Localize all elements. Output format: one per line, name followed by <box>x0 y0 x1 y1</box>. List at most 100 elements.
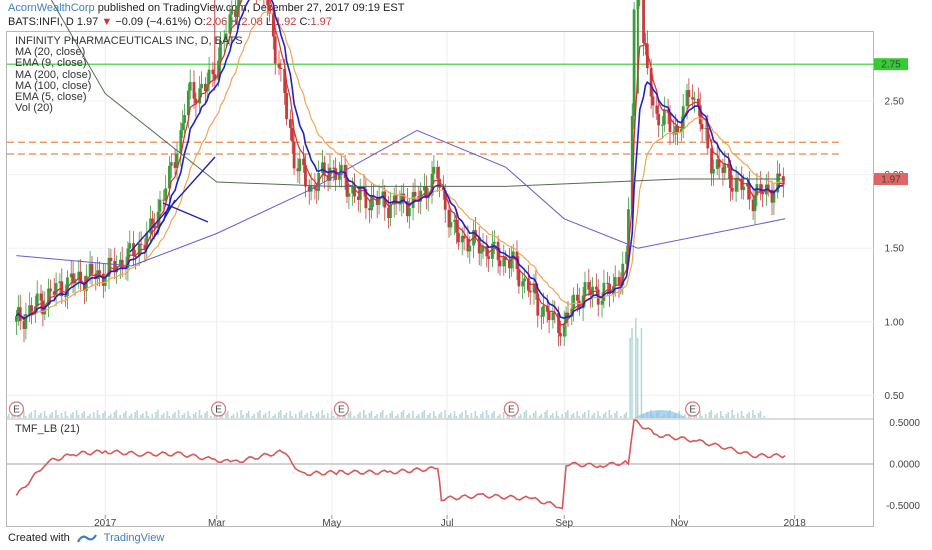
legend-ema9[interactable]: EMA (9, close) <box>15 58 243 69</box>
volume-bar <box>140 415 142 418</box>
volume-bar <box>517 416 520 418</box>
candle-body <box>347 193 351 197</box>
candle-body <box>742 186 746 190</box>
legend-vol[interactable]: Vol (20) <box>15 103 243 114</box>
volume-bar <box>236 412 239 418</box>
earnings-marker-label: E <box>689 405 696 416</box>
volume-bar <box>459 414 461 418</box>
candle-body <box>139 243 143 246</box>
volume-bar <box>381 410 384 418</box>
volume-bar <box>720 411 722 418</box>
volume-bar <box>434 416 437 418</box>
volume-bar <box>540 414 543 418</box>
volume-bar <box>412 411 414 418</box>
volume-bar <box>327 413 329 418</box>
tmf-legend[interactable]: TMF_LB (21) <box>15 423 80 435</box>
candle-body <box>562 323 566 337</box>
volume-bar <box>55 410 57 418</box>
created-with-label: Created with <box>8 532 70 544</box>
candle-body <box>98 270 101 274</box>
earnings-marker-label: E <box>215 405 222 416</box>
volume-bar <box>242 415 244 418</box>
volume-bar <box>262 415 265 418</box>
y-tick-label: 0.50 <box>885 391 905 402</box>
volume-bar <box>629 338 631 418</box>
volume-bar <box>733 415 735 418</box>
volume-bar <box>742 416 745 418</box>
candle-body <box>398 203 402 205</box>
candle-body <box>273 36 277 64</box>
volume-bar <box>272 416 274 418</box>
level-badge-label: 2.75 <box>881 60 901 71</box>
candle-body <box>285 92 288 120</box>
volume-bar <box>576 411 579 418</box>
candle-body <box>587 282 591 290</box>
volume-bar <box>24 416 27 418</box>
volume-bar <box>198 410 201 418</box>
volume-bar <box>194 412 197 418</box>
candle-body <box>600 300 604 305</box>
volume-bar <box>289 411 291 418</box>
volume-bar <box>593 413 596 418</box>
candle-body <box>542 305 545 317</box>
candle-body <box>407 208 411 217</box>
tradingview-brand[interactable]: TradingView <box>104 532 165 544</box>
volume-bar <box>317 412 320 418</box>
volume-bar <box>310 411 312 418</box>
candle-body <box>292 141 296 169</box>
volume-bar <box>567 410 569 418</box>
candle-body <box>413 191 417 197</box>
volume-bar <box>561 414 563 418</box>
candle-body <box>528 290 532 293</box>
volume-bar <box>102 413 104 418</box>
volume-bar <box>240 410 242 418</box>
volume-bar <box>640 328 643 418</box>
volume-bar <box>368 413 371 418</box>
volume-bar <box>533 413 535 418</box>
volume-bar <box>438 414 441 418</box>
volume-bar <box>155 412 157 418</box>
volume-bar <box>136 410 138 418</box>
volume-bar <box>619 416 622 418</box>
volume-bar <box>174 412 176 418</box>
candle-body <box>753 195 757 212</box>
volume-bar <box>721 416 724 418</box>
volume-bar <box>408 413 410 418</box>
volume-bar <box>599 416 601 418</box>
volume-bar <box>565 412 567 418</box>
candle-body <box>778 173 781 177</box>
tmf-y-tick-label: 0.5000 <box>889 418 920 429</box>
volume-bar <box>480 414 482 418</box>
volume-bar <box>523 412 526 418</box>
tmf-y-tick-label: 0.0000 <box>889 460 920 471</box>
volume-bar <box>206 411 208 418</box>
volume-bar <box>461 412 463 418</box>
volume-bar <box>189 416 191 418</box>
volume-bar <box>423 410 426 418</box>
volume-bar <box>98 415 101 418</box>
volume-bar <box>113 412 116 418</box>
volume-bar <box>555 411 558 418</box>
x-tick-label: Nov <box>671 518 689 529</box>
tradingview-logo-icon <box>76 534 97 543</box>
volume-bar <box>610 415 613 418</box>
y-tick-label: 1.00 <box>885 317 905 328</box>
candle-body <box>266 0 270 6</box>
volume-bar <box>92 412 95 418</box>
volume-bar <box>482 412 484 418</box>
volume-bar <box>257 412 259 418</box>
volume-bar <box>708 412 711 418</box>
candle-body <box>594 286 598 290</box>
volume-bar <box>578 416 580 418</box>
volume-bar <box>108 416 110 418</box>
volume-bar <box>227 411 229 418</box>
y-tick-label: 2.50 <box>885 97 905 108</box>
candle-body <box>759 184 763 193</box>
volume-bar <box>570 415 573 418</box>
volume-bar <box>177 410 180 418</box>
volume-bar <box>40 413 42 418</box>
volume-bar <box>193 414 195 418</box>
x-tick-label: May <box>322 518 341 529</box>
volume-bar <box>232 414 235 418</box>
volume-bar <box>759 411 762 418</box>
